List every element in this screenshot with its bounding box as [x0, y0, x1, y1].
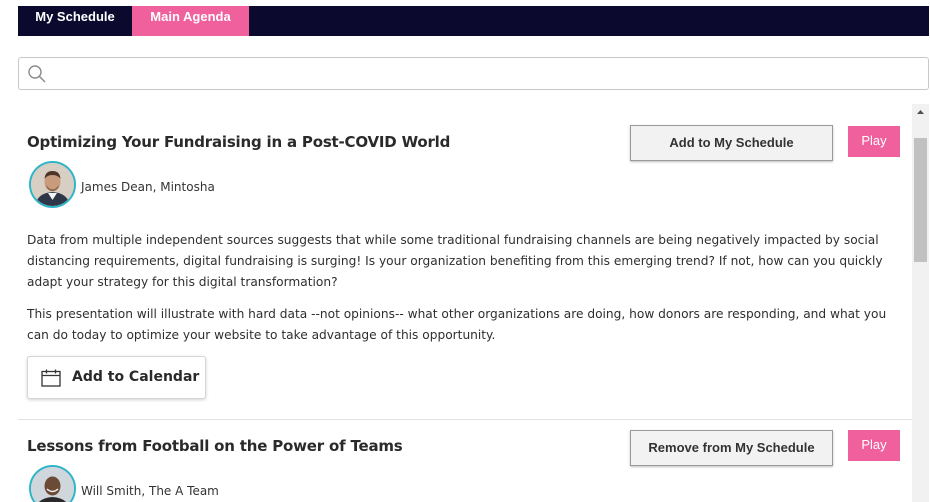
speaker-name: Will Smith, The A Team [81, 484, 219, 498]
session-description: Data from multiple independent sources s… [27, 233, 883, 289]
session-title: Optimizing Your Fundraising in a Post-CO… [27, 133, 451, 151]
search-icon [28, 65, 46, 83]
remove-from-my-schedule-button[interactable]: Remove from My Schedule [630, 430, 833, 466]
play-button[interactable]: Play [848, 430, 900, 461]
tab-my-schedule[interactable]: My Schedule [18, 6, 132, 36]
session-list: Optimizing Your Fundraising in a Post-CO… [18, 104, 912, 502]
scroll-up-arrow-icon[interactable] [912, 104, 929, 121]
search-bar [18, 57, 929, 90]
tab-main-agenda[interactable]: Main Agenda [132, 6, 249, 36]
calendar-icon [41, 369, 61, 387]
scrollbar-thumb[interactable] [914, 138, 927, 262]
speaker-avatar [29, 161, 76, 208]
speaker-name: James Dean, Mintosha [81, 180, 215, 194]
search-input[interactable] [55, 62, 915, 86]
add-to-calendar-label: Add to Calendar [72, 369, 200, 385]
session-card: Optimizing Your Fundraising in a Post-CO… [18, 104, 912, 420]
session-title: Lessons from Football on the Power of Te… [27, 437, 403, 455]
session-card: Lessons from Football on the Power of Te… [18, 420, 912, 502]
play-button[interactable]: Play [848, 126, 900, 157]
add-to-calendar-button[interactable]: Add to Calendar [27, 356, 206, 399]
session-description: This presentation will illustrate with h… [27, 307, 887, 342]
speaker-avatar [29, 465, 76, 502]
scrollbar[interactable] [912, 104, 929, 502]
add-to-my-schedule-button[interactable]: Add to My Schedule [630, 125, 833, 161]
agenda-tab-bar: My Schedule Main Agenda [18, 6, 929, 36]
